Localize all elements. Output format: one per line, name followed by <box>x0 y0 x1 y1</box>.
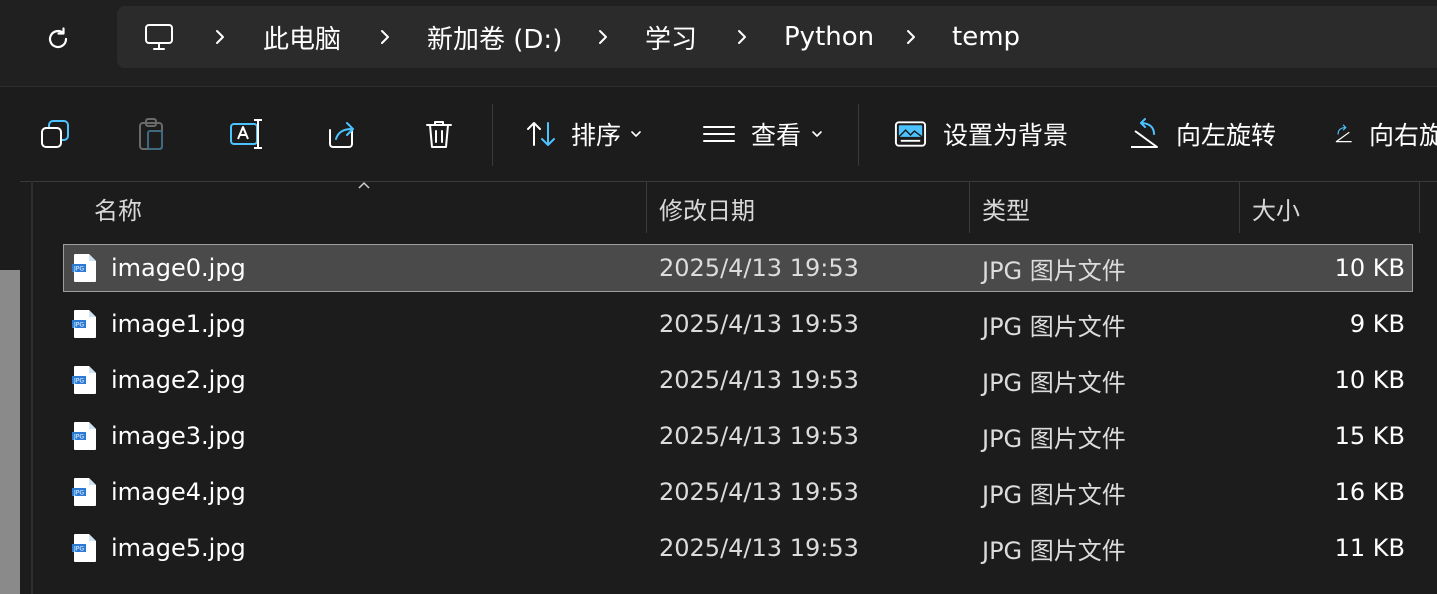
refresh-icon <box>48 27 68 49</box>
chevron-down-icon <box>631 131 641 137</box>
svg-text:JPG: JPG <box>73 378 84 385</box>
table-row[interactable]: JPG image4.jpg 2025/4/13 19:53 JPG 图片文件 … <box>63 468 1413 516</box>
breadcrumb[interactable]: 此电脑 新加卷 (D:) 学习 Python temp <box>117 6 1437 68</box>
breadcrumb-item-study[interactable]: 学习 <box>645 6 697 68</box>
svg-text:JPG: JPG <box>73 546 84 553</box>
file-type: JPG 图片文件 <box>982 256 1126 285</box>
chevron-right-icon <box>381 30 389 44</box>
set-background-button[interactable]: 设置为背景 <box>893 87 1068 181</box>
file-size: 11 KB <box>1334 534 1405 562</box>
paste-button[interactable] <box>134 87 170 181</box>
column-divider[interactable] <box>646 181 647 233</box>
breadcrumb-item-temp[interactable]: temp <box>952 6 1020 68</box>
jpg-file-icon: JPG <box>72 254 96 282</box>
rename-icon <box>230 119 262 149</box>
file-size: 16 KB <box>1334 478 1405 506</box>
breadcrumb-item-this-pc[interactable]: 此电脑 <box>263 6 341 68</box>
file-modified: 2025/4/13 19:53 <box>659 534 859 562</box>
refresh-button[interactable] <box>36 17 80 61</box>
address-bar-row: 此电脑 新加卷 (D:) 学习 Python temp <box>0 0 1437 86</box>
column-header-modified[interactable]: 修改日期 <box>659 181 959 236</box>
file-type: JPG 图片文件 <box>982 480 1126 509</box>
svg-text:JPG: JPG <box>73 266 84 273</box>
file-modified: 2025/4/13 19:53 <box>659 254 859 282</box>
column-header-row: 名称 修改日期 类型 大小 <box>34 181 1437 236</box>
copy-button[interactable] <box>38 87 74 181</box>
chevron-right-icon <box>599 30 607 44</box>
rename-button[interactable] <box>228 87 266 181</box>
view-button[interactable]: 查看 <box>702 87 827 181</box>
rotate-right-icon <box>1335 124 1352 143</box>
column-divider[interactable] <box>1419 181 1420 233</box>
toolbar-divider <box>492 104 493 166</box>
file-type: JPG 图片文件 <box>982 536 1126 565</box>
chevron-right-icon <box>216 30 224 44</box>
file-size: 9 KB <box>1349 310 1405 338</box>
column-header-size[interactable]: 大小 <box>1252 181 1412 236</box>
table-row[interactable]: JPG image3.jpg 2025/4/13 19:53 JPG 图片文件 … <box>63 412 1413 460</box>
file-name: image5.jpg <box>111 534 246 562</box>
file-modified: 2025/4/13 19:53 <box>659 478 859 506</box>
jpg-file-icon: JPG <box>72 366 96 394</box>
share-icon <box>329 122 354 148</box>
pane-divider[interactable] <box>31 181 33 594</box>
file-name: image2.jpg <box>111 366 246 394</box>
trash-icon <box>426 121 452 148</box>
file-size: 15 KB <box>1334 422 1405 450</box>
rotate-right-label: 向右旋 <box>1368 121 1437 150</box>
jpg-file-icon: JPG <box>72 534 96 562</box>
file-size: 10 KB <box>1334 366 1405 394</box>
paste-icon <box>139 118 163 150</box>
navigation-scrollbar[interactable] <box>0 270 20 594</box>
rotate-right-button[interactable]: 向右旋 <box>1334 87 1437 181</box>
copy-icon <box>41 120 69 148</box>
computer-icon <box>145 24 173 50</box>
file-name: image0.jpg <box>111 254 246 282</box>
file-type: JPG 图片文件 <box>982 312 1126 341</box>
chevron-right-icon <box>907 30 915 44</box>
column-divider[interactable] <box>1239 181 1240 233</box>
svg-text:JPG: JPG <box>73 434 84 441</box>
sort-button[interactable]: 排序 <box>524 87 649 181</box>
sort-arrows-icon <box>527 122 555 146</box>
chevron-right-icon <box>738 30 746 44</box>
set-background-icon <box>894 121 927 147</box>
table-row[interactable]: JPG image2.jpg 2025/4/13 19:53 JPG 图片文件 … <box>63 356 1413 404</box>
column-header-name[interactable]: 名称 <box>94 181 644 236</box>
svg-text:JPG: JPG <box>73 490 84 497</box>
chevron-down-icon <box>812 131 822 137</box>
table-row[interactable]: JPG image0.jpg 2025/4/13 19:53 JPG 图片文件 … <box>63 244 1413 292</box>
column-header-type[interactable]: 类型 <box>982 181 1232 236</box>
command-toolbar: 排序 查看 设置为背景 向左旋转 向右旋 <box>0 86 1437 182</box>
rotate-left-label: 向左旋转 <box>1176 121 1277 150</box>
table-row[interactable]: JPG image1.jpg 2025/4/13 19:53 JPG 图片文件 … <box>63 300 1413 348</box>
file-name: image4.jpg <box>111 478 246 506</box>
file-size: 10 KB <box>1334 254 1405 282</box>
view-label: 查看 <box>751 121 802 150</box>
svg-text:JPG: JPG <box>73 322 84 329</box>
jpg-file-icon: JPG <box>72 422 96 450</box>
file-modified: 2025/4/13 19:53 <box>659 422 859 450</box>
jpg-file-icon: JPG <box>72 310 96 338</box>
column-divider[interactable] <box>969 181 970 233</box>
breadcrumb-item-python[interactable]: Python <box>784 6 874 68</box>
rotate-left-icon <box>1131 118 1158 148</box>
file-name: image3.jpg <box>111 422 246 450</box>
file-name: image1.jpg <box>111 310 246 338</box>
file-type: JPG 图片文件 <box>982 424 1126 453</box>
delete-button[interactable] <box>422 87 458 181</box>
share-button[interactable] <box>326 87 362 181</box>
set-background-label: 设置为背景 <box>942 121 1068 150</box>
breadcrumb-item-drive-d[interactable]: 新加卷 (D:) <box>427 6 562 68</box>
view-list-icon <box>703 126 735 142</box>
sort-label: 排序 <box>571 121 622 150</box>
table-row[interactable]: JPG image5.jpg 2025/4/13 19:53 JPG 图片文件 … <box>63 524 1413 572</box>
file-type: JPG 图片文件 <box>982 368 1126 397</box>
toolbar-divider <box>858 104 859 166</box>
rotate-left-button[interactable]: 向左旋转 <box>1127 87 1277 181</box>
jpg-file-icon: JPG <box>72 478 96 506</box>
file-modified: 2025/4/13 19:53 <box>659 366 859 394</box>
file-modified: 2025/4/13 19:53 <box>659 310 859 338</box>
